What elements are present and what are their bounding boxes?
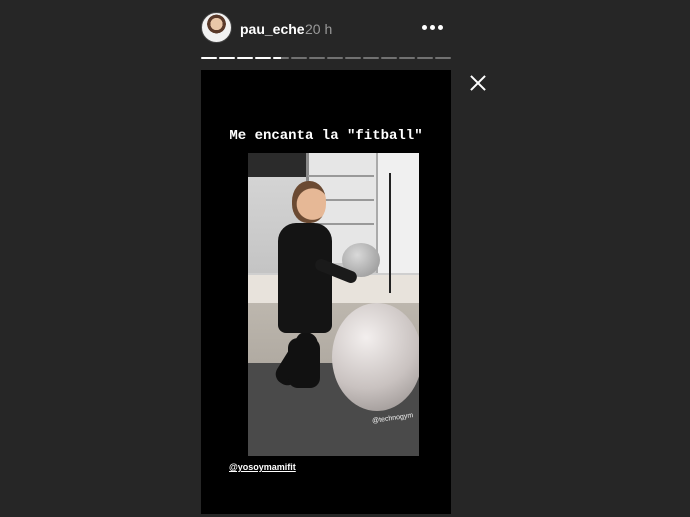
progress-segment [399,57,415,59]
progress-segment [345,57,361,59]
progress-segment-current [273,57,289,59]
username-link[interactable]: pau_eche [240,21,305,37]
progress-segment [417,57,433,59]
progress-segment [255,57,271,59]
story-header: pau_eche 20 h [201,12,451,44]
progress-segment [291,57,307,59]
progress-segment [219,57,235,59]
progress-segment [363,57,379,59]
close-icon[interactable] [468,73,488,93]
progress-segment [327,57,343,59]
progress-segment [381,57,397,59]
story-caption: Me encanta la "fitball" [229,128,423,144]
story-progress-bar [201,57,451,60]
progress-segment [435,57,451,59]
progress-segment [237,57,253,59]
story-photo: @technogym [248,153,419,456]
progress-segment [201,57,217,59]
avatar[interactable] [201,12,232,43]
story-frame[interactable]: Me encanta la "fitball" @technogym @yoso… [201,70,451,514]
more-options-icon[interactable] [422,18,444,36]
post-time: 20 h [305,21,333,37]
mention-sticker[interactable]: @yosoymamifit [229,462,296,472]
progress-segment [309,57,325,59]
